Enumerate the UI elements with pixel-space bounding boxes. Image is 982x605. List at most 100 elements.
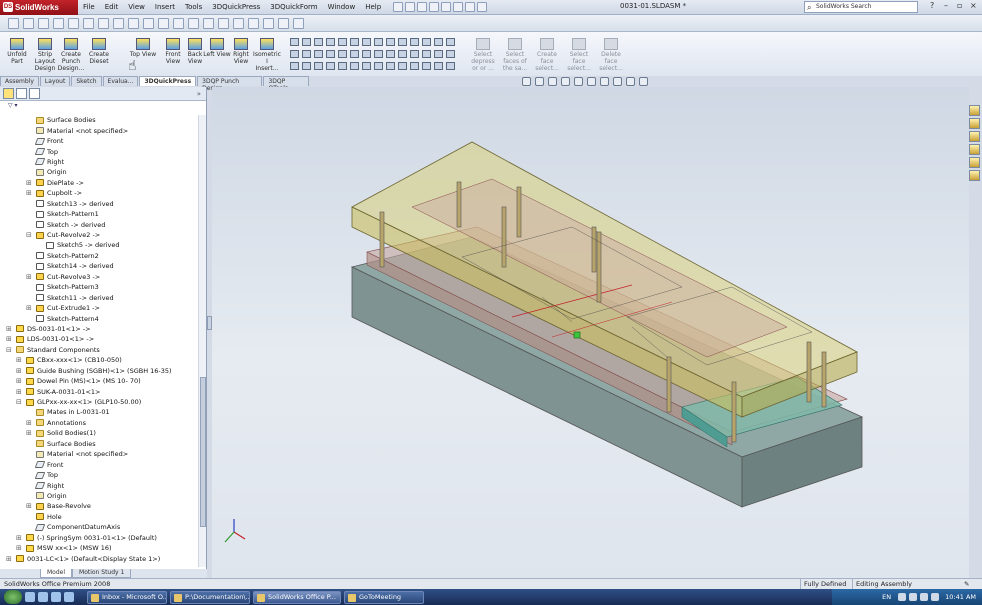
tree-node[interactable]: ⊞ Solid Bodies(1) xyxy=(0,428,198,438)
tray-volume-icon[interactable] xyxy=(909,593,918,601)
cmd-button-2[interactable]: Create Punch Design... xyxy=(56,38,86,72)
section-view-icon[interactable] xyxy=(561,77,570,86)
tab-3dqppunchdesign[interactable]: 3DQP Punch Design xyxy=(197,76,263,92)
tree-node[interactable]: ⊞ MSW xx<1> (MSW 16) xyxy=(0,543,198,553)
configuration-manager-tab-icon[interactable] xyxy=(29,88,40,99)
tool-grid-icon[interactable] xyxy=(398,62,407,70)
tool-grid-icon[interactable] xyxy=(362,50,371,58)
collapse-panel-icon[interactable]: » xyxy=(197,90,201,98)
tree-node[interactable]: ⊞ DiePlate -> xyxy=(0,178,198,188)
tree-node[interactable]: Sketch14 -> derived xyxy=(0,261,198,271)
menu-help[interactable]: Help xyxy=(360,3,386,11)
tab-3dquickpress[interactable]: 3DQuickPress xyxy=(139,76,197,86)
tray-antivirus-icon[interactable] xyxy=(920,593,929,601)
tab-layout[interactable]: Layout xyxy=(39,76,71,86)
tree-node[interactable]: Top xyxy=(0,470,198,480)
view-palette-icon[interactable] xyxy=(969,157,980,168)
new-icon[interactable] xyxy=(8,17,19,29)
tool-grid-icon[interactable] xyxy=(422,62,431,70)
zoom-area-icon[interactable] xyxy=(535,77,544,86)
tree-node[interactable]: ⊟ Standard Components xyxy=(0,345,198,355)
expand-icon[interactable]: ⊞ xyxy=(16,367,22,375)
cmd-button-9[interactable]: Isometric I Insert... xyxy=(252,38,282,72)
help-icon[interactable]: ? xyxy=(930,1,934,10)
select-icon[interactable] xyxy=(453,2,464,12)
tree-node[interactable]: Hole xyxy=(0,512,198,522)
tree-node[interactable]: ⊞ 0031-LC<1> (Default<Display State 1>) xyxy=(0,553,198,563)
tree-node[interactable]: Right xyxy=(0,157,198,167)
tool-grid-icon[interactable] xyxy=(290,62,299,70)
save-icon[interactable] xyxy=(38,17,49,29)
tree-node[interactable]: Surface Bodies xyxy=(0,439,198,449)
tree-node[interactable]: ⊞ Annotations xyxy=(0,418,198,428)
bottom-tab-motionstudy1[interactable]: Motion Study 1 xyxy=(72,569,132,578)
mass-props-icon[interactable] xyxy=(293,17,304,29)
taskbar-task[interactable]: P:\Documentation\... xyxy=(170,590,250,604)
tool-grid-icon[interactable] xyxy=(326,38,335,46)
expand-icon[interactable]: ⊞ xyxy=(26,502,32,510)
search-results-icon[interactable] xyxy=(969,144,980,155)
tool-grid-icon[interactable] xyxy=(374,38,383,46)
cmd-button-13[interactable]: Select face select... xyxy=(564,38,594,72)
save-icon[interactable] xyxy=(417,2,428,12)
tree-node[interactable]: ⊞ (-) SpringSym 0031-01<1> (Default) xyxy=(0,533,198,543)
tree-node[interactable]: Sketch-Pattern3 xyxy=(0,282,198,292)
rebuild-icon[interactable] xyxy=(465,2,476,12)
expand-icon[interactable]: ⊞ xyxy=(16,388,22,396)
tree-node[interactable]: ⊞ SUK-A-0031-01<1> xyxy=(0,386,198,396)
expand-icon[interactable]: ⊞ xyxy=(6,335,12,343)
restore-icon[interactable]: ▫ xyxy=(957,1,962,10)
tree-node[interactable]: ⊟ Cut-Revolve2 -> xyxy=(0,230,198,240)
copy-icon[interactable] xyxy=(233,17,244,29)
expand-icon[interactable]: ⊞ xyxy=(26,273,32,281)
select-icon[interactable] xyxy=(98,17,109,29)
tree-node[interactable]: ComponentDatumAxis xyxy=(0,522,198,532)
tree-node[interactable]: ⊟ GLPxx-xx-xx<1> (GLP10-50.00) xyxy=(0,397,198,407)
tree-node[interactable]: Top xyxy=(0,146,198,156)
appearances-icon[interactable] xyxy=(969,170,980,181)
tool-grid-icon[interactable] xyxy=(434,50,443,58)
tree-node[interactable]: Origin xyxy=(0,491,198,501)
tool-grid-icon[interactable] xyxy=(434,62,443,70)
tool-grid-icon[interactable] xyxy=(314,38,323,46)
taskbar-task[interactable]: Inbox - Microsoft O... xyxy=(87,590,167,604)
edit-appearance-icon[interactable] xyxy=(613,77,622,86)
tree-node[interactable]: Sketch5 -> derived xyxy=(0,240,198,250)
tool-grid-icon[interactable] xyxy=(374,62,383,70)
expand-icon[interactable]: ⊞ xyxy=(26,304,32,312)
tool-grid-icon[interactable] xyxy=(314,62,323,70)
tree-node[interactable]: ⊞ Dowel Pin (MS)<1> (MS 10- 70) xyxy=(0,376,198,386)
feature-manager-tab-icon[interactable] xyxy=(3,88,14,99)
file-props-icon[interactable] xyxy=(128,17,139,29)
tool-grid-icon[interactable] xyxy=(422,50,431,58)
tree-node[interactable]: ⊞ LDS-0031-01<1> -> xyxy=(0,334,198,344)
tool-grid-icon[interactable] xyxy=(350,50,359,58)
expand-icon[interactable]: ⊞ xyxy=(26,179,32,187)
search-input[interactable]: ⌕ SolidWorks Search xyxy=(804,1,918,13)
design-library-icon[interactable] xyxy=(969,118,980,129)
open-icon[interactable] xyxy=(405,2,416,12)
tool-grid-icon[interactable] xyxy=(410,50,419,58)
options-icon[interactable] xyxy=(143,17,154,29)
hide-show-icon[interactable] xyxy=(600,77,609,86)
view-settings-icon[interactable] xyxy=(639,77,648,86)
tab-assembly[interactable]: Assembly xyxy=(0,76,39,86)
undo-icon[interactable] xyxy=(68,17,79,29)
tab-sketch[interactable]: Sketch xyxy=(71,76,102,86)
solidworks-logo[interactable]: DS SolidWorks xyxy=(0,0,78,15)
delete-icon[interactable] xyxy=(263,17,274,29)
menu-insert[interactable]: Insert xyxy=(150,3,180,11)
tool-grid-icon[interactable] xyxy=(422,38,431,46)
tree-node[interactable]: Origin xyxy=(0,167,198,177)
tree-node[interactable]: ⊞ CBxx-xxx<1> (CB10-050) xyxy=(0,355,198,365)
tree-node[interactable]: Surface Bodies xyxy=(0,115,198,125)
quicklaunch-ie-icon[interactable] xyxy=(25,592,35,602)
tree-node[interactable]: Sketch -> derived xyxy=(0,219,198,229)
menu-3dquickpress[interactable]: 3DQuickPress xyxy=(207,3,265,11)
property-manager-tab-icon[interactable] xyxy=(16,88,27,99)
open-icon[interactable] xyxy=(23,17,34,29)
expand-icon[interactable]: ⊞ xyxy=(16,544,22,552)
tool-grid-icon[interactable] xyxy=(362,38,371,46)
tree-filter[interactable]: ▽ ▾ xyxy=(0,101,206,109)
solidworks-resources-icon[interactable] xyxy=(969,105,980,116)
